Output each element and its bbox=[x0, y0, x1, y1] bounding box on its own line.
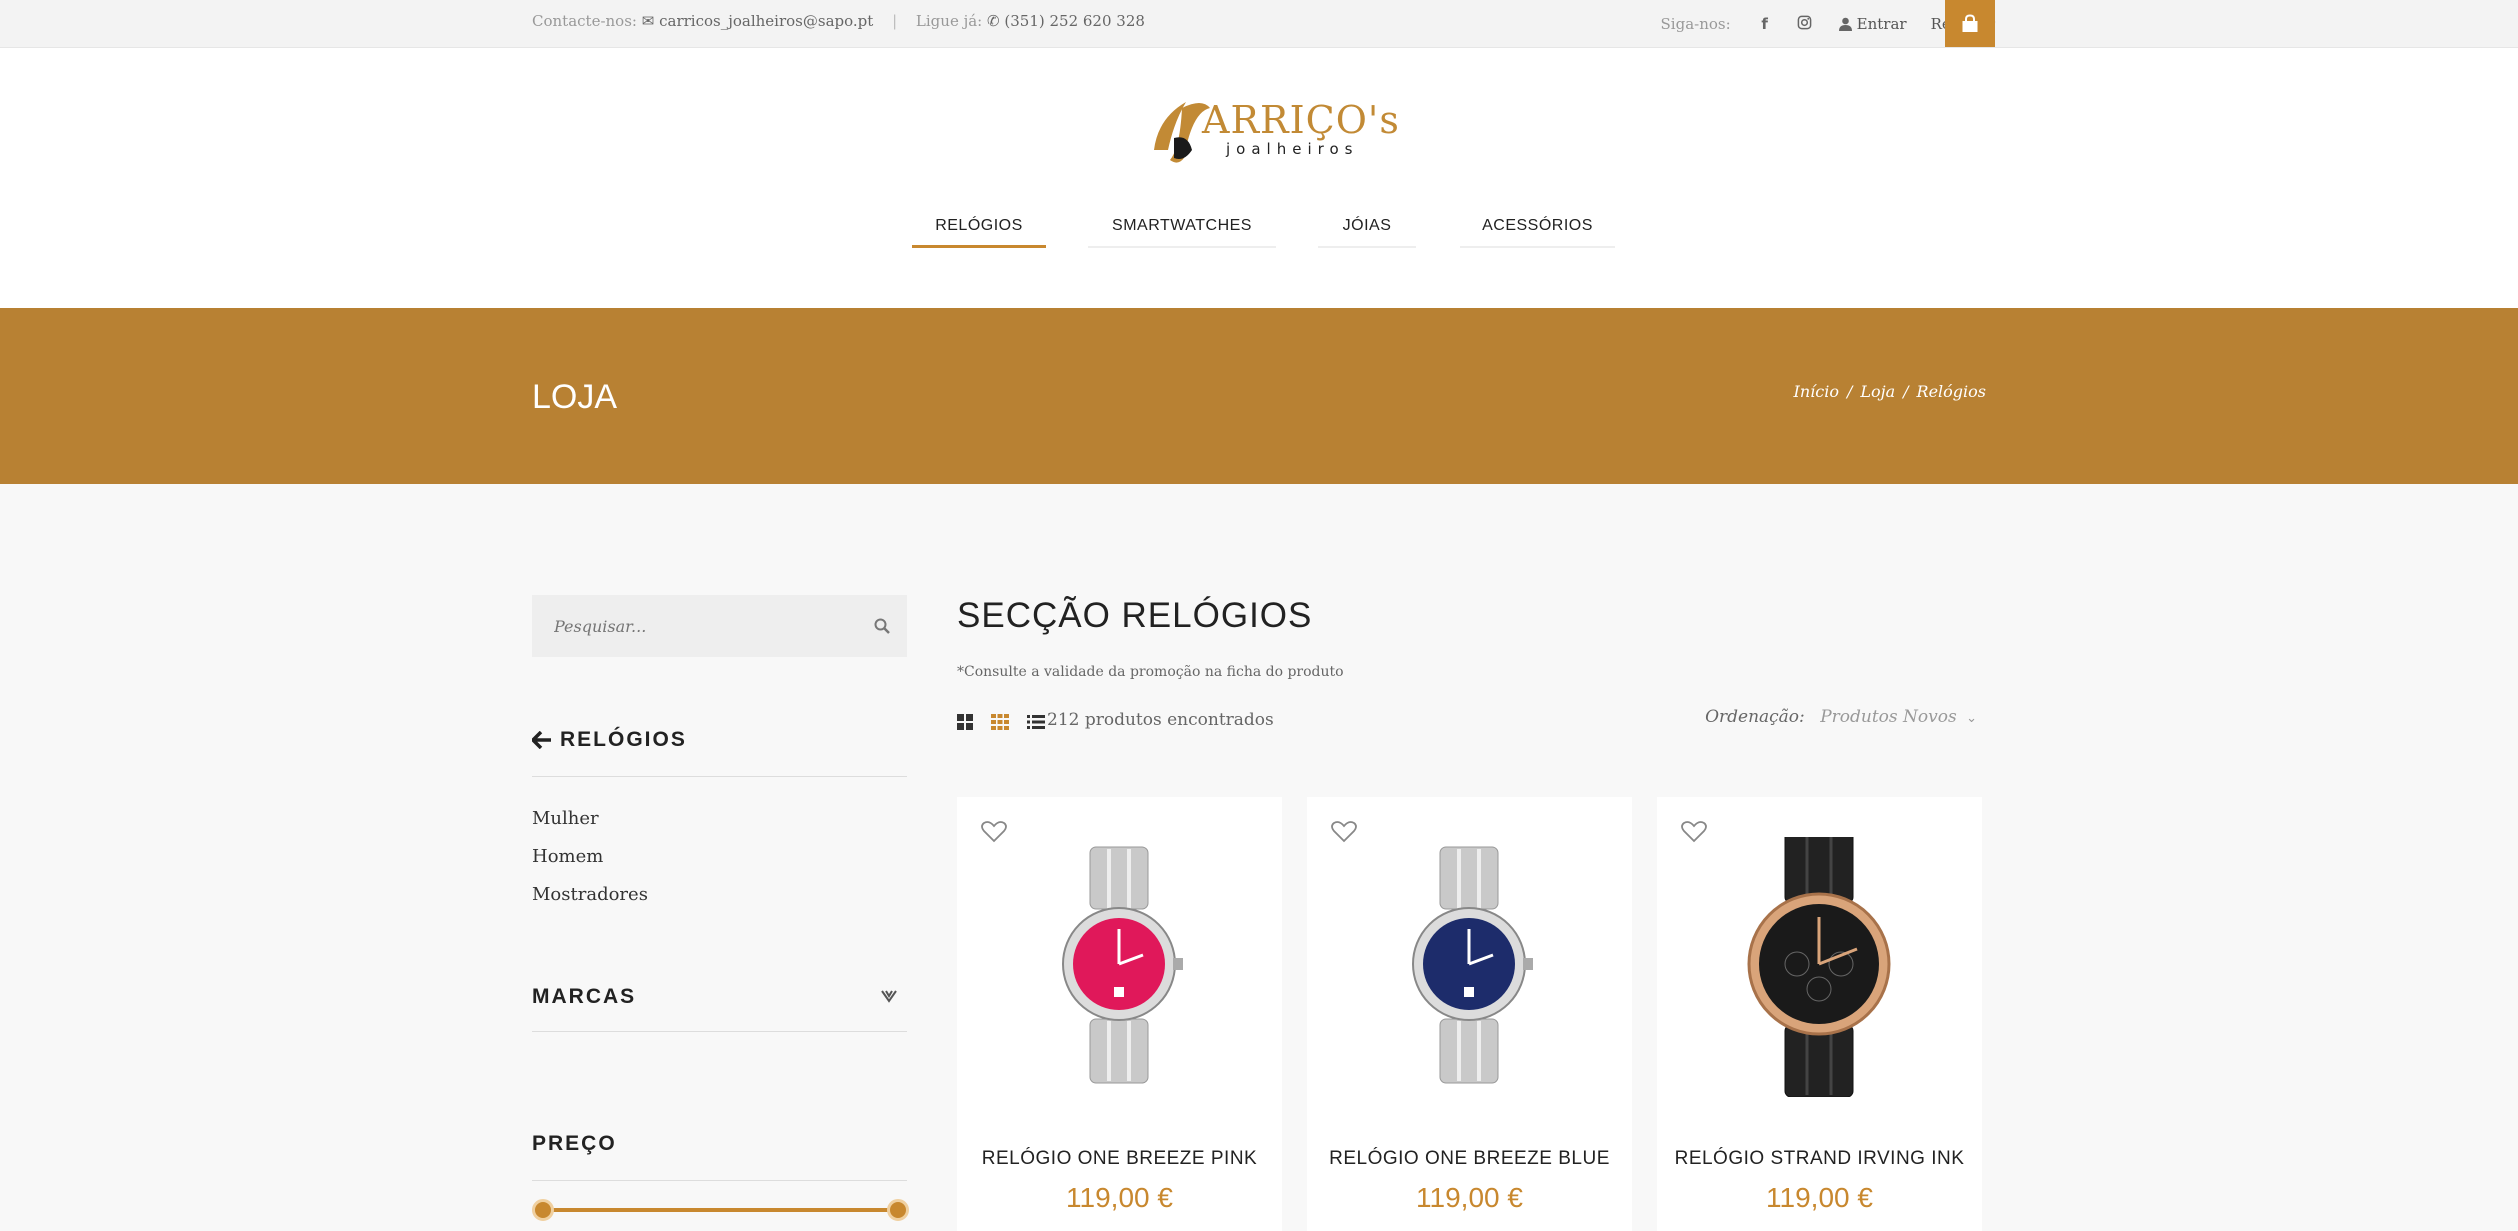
product-price: 119,00 € bbox=[1766, 1182, 1873, 1213]
contact-label: Contacte-nos: bbox=[532, 12, 637, 30]
cart-button[interactable] bbox=[1945, 0, 1995, 47]
shopping-bag-icon bbox=[1962, 13, 1978, 32]
divider bbox=[532, 776, 907, 777]
breadcrumb-inicio[interactable]: Início bbox=[1794, 382, 1839, 401]
promo-note: *Consulte a validade da promoção na fich… bbox=[957, 664, 1344, 680]
grid-large-icon[interactable] bbox=[957, 714, 973, 730]
category-link-mostradores[interactable]: Mostradores bbox=[532, 884, 648, 905]
view-toggle bbox=[957, 712, 1045, 732]
logo-sub-text: joalheiros bbox=[1226, 140, 1359, 158]
category-back-link[interactable]: RELÓGIOS bbox=[532, 728, 687, 752]
follow-label: Siga-nos: bbox=[1660, 15, 1731, 33]
product-image[interactable] bbox=[957, 837, 1282, 1097]
facebook-icon[interactable]: f bbox=[1745, 15, 1785, 33]
breadcrumb-relogios: Relógios bbox=[1916, 382, 1986, 401]
category-link-homem[interactable]: Homem bbox=[532, 846, 603, 867]
login-label: Entrar bbox=[1856, 15, 1907, 33]
chevron-down-icon[interactable] bbox=[881, 990, 897, 1004]
divider bbox=[532, 1180, 907, 1181]
nav-item-acessorios[interactable]: ACESSÓRIOS bbox=[1460, 212, 1615, 248]
envelope-icon: ✉ bbox=[641, 12, 655, 30]
arrow-left-icon bbox=[532, 731, 551, 749]
sort-select[interactable]: Produtos Novos bbox=[1820, 707, 1957, 727]
product-search bbox=[532, 595, 907, 657]
breadcrumb-loja[interactable]: Loja bbox=[1860, 382, 1895, 401]
main-nav: RELÓGIOS SMARTWATCHES JÓIAS ACESSÓRIOS bbox=[0, 212, 2518, 252]
site-header: ARRIÇO's joalheiros RELÓGIOS SMARTWATCHE… bbox=[0, 48, 2518, 308]
phone-link[interactable]: (351) 252 620 328 bbox=[1004, 12, 1145, 30]
product-image[interactable] bbox=[1657, 837, 1982, 1097]
divider: | bbox=[892, 12, 898, 30]
product-card[interactable]: RELÓGIO ONE BREEZE BLUE 119,00 € bbox=[1307, 797, 1632, 1231]
breadcrumb: Início / Loja / Relógios bbox=[1794, 382, 1986, 401]
product-name[interactable]: RELÓGIO ONE BREEZE PINK bbox=[957, 1148, 1282, 1170]
site-logo[interactable]: ARRIÇO's joalheiros bbox=[1144, 88, 1399, 166]
product-price: 119,00 € bbox=[1416, 1182, 1523, 1213]
product-card[interactable]: RELÓGIO STRAND IRVING INK 119,00 € bbox=[1657, 797, 1982, 1231]
phone-icon: ✆ bbox=[987, 12, 1000, 30]
sort-label: Ordenação: bbox=[1705, 707, 1805, 727]
product-card[interactable]: RELÓGIO ONE BREEZE PINK 119,00 € bbox=[957, 797, 1282, 1231]
contact-email-link[interactable]: carricos_joalheiros@sapo.pt bbox=[659, 12, 873, 30]
user-icon bbox=[1838, 17, 1852, 31]
product-name[interactable]: RELÓGIO ONE BREEZE BLUE bbox=[1307, 1148, 1632, 1170]
contact-info: Contacte-nos: ✉ carricos_joalheiros@sapo… bbox=[532, 12, 1145, 30]
instagram-icon[interactable] bbox=[1785, 15, 1825, 34]
chevron-down-icon: ⌄ bbox=[1966, 711, 1977, 726]
price-max-handle[interactable] bbox=[887, 1199, 909, 1221]
product-price: 119,00 € bbox=[1066, 1182, 1173, 1213]
breadcrumb-separator: / bbox=[1903, 382, 1909, 401]
search-input[interactable] bbox=[532, 595, 852, 657]
divider bbox=[532, 1031, 907, 1032]
price-range-track bbox=[542, 1208, 899, 1212]
price-filter-title: PREÇO bbox=[532, 1132, 617, 1155]
breadcrumb-separator: / bbox=[1846, 382, 1853, 401]
category-link-mulher[interactable]: Mulher bbox=[532, 808, 599, 829]
sort-control[interactable]: Ordenação: Produtos Novos ⌄ bbox=[1705, 707, 1977, 727]
page-banner: LOJA Início / Loja / Relógios bbox=[0, 308, 2518, 484]
login-link[interactable]: Entrar bbox=[1838, 15, 1907, 33]
product-image[interactable] bbox=[1307, 837, 1632, 1097]
page-title: LOJA bbox=[532, 378, 618, 416]
nav-item-joias[interactable]: JÓIAS bbox=[1318, 212, 1416, 248]
category-title: RELÓGIOS bbox=[560, 728, 687, 751]
section-title: SECÇÃO RELÓGIOS bbox=[957, 596, 1313, 635]
grid-small-icon[interactable] bbox=[991, 714, 1009, 730]
list-view-icon[interactable] bbox=[1027, 714, 1045, 730]
top-bar: Contacte-nos: ✉ carricos_joalheiros@sapo… bbox=[0, 0, 2518, 48]
product-name[interactable]: RELÓGIO STRAND IRVING INK bbox=[1657, 1148, 1982, 1170]
logo-brand-text: ARRIÇO's bbox=[1202, 98, 1400, 142]
price-min-handle[interactable] bbox=[532, 1199, 554, 1221]
nav-item-smartwatches[interactable]: SMARTWATCHES bbox=[1088, 212, 1276, 248]
nav-item-relogios[interactable]: RELÓGIOS bbox=[912, 212, 1046, 248]
brands-filter-title[interactable]: MARCAS bbox=[532, 985, 636, 1009]
results-count: 212 produtos encontrados bbox=[1047, 710, 1274, 730]
search-icon[interactable] bbox=[873, 617, 891, 635]
phone-label: Ligue já: bbox=[915, 12, 983, 30]
